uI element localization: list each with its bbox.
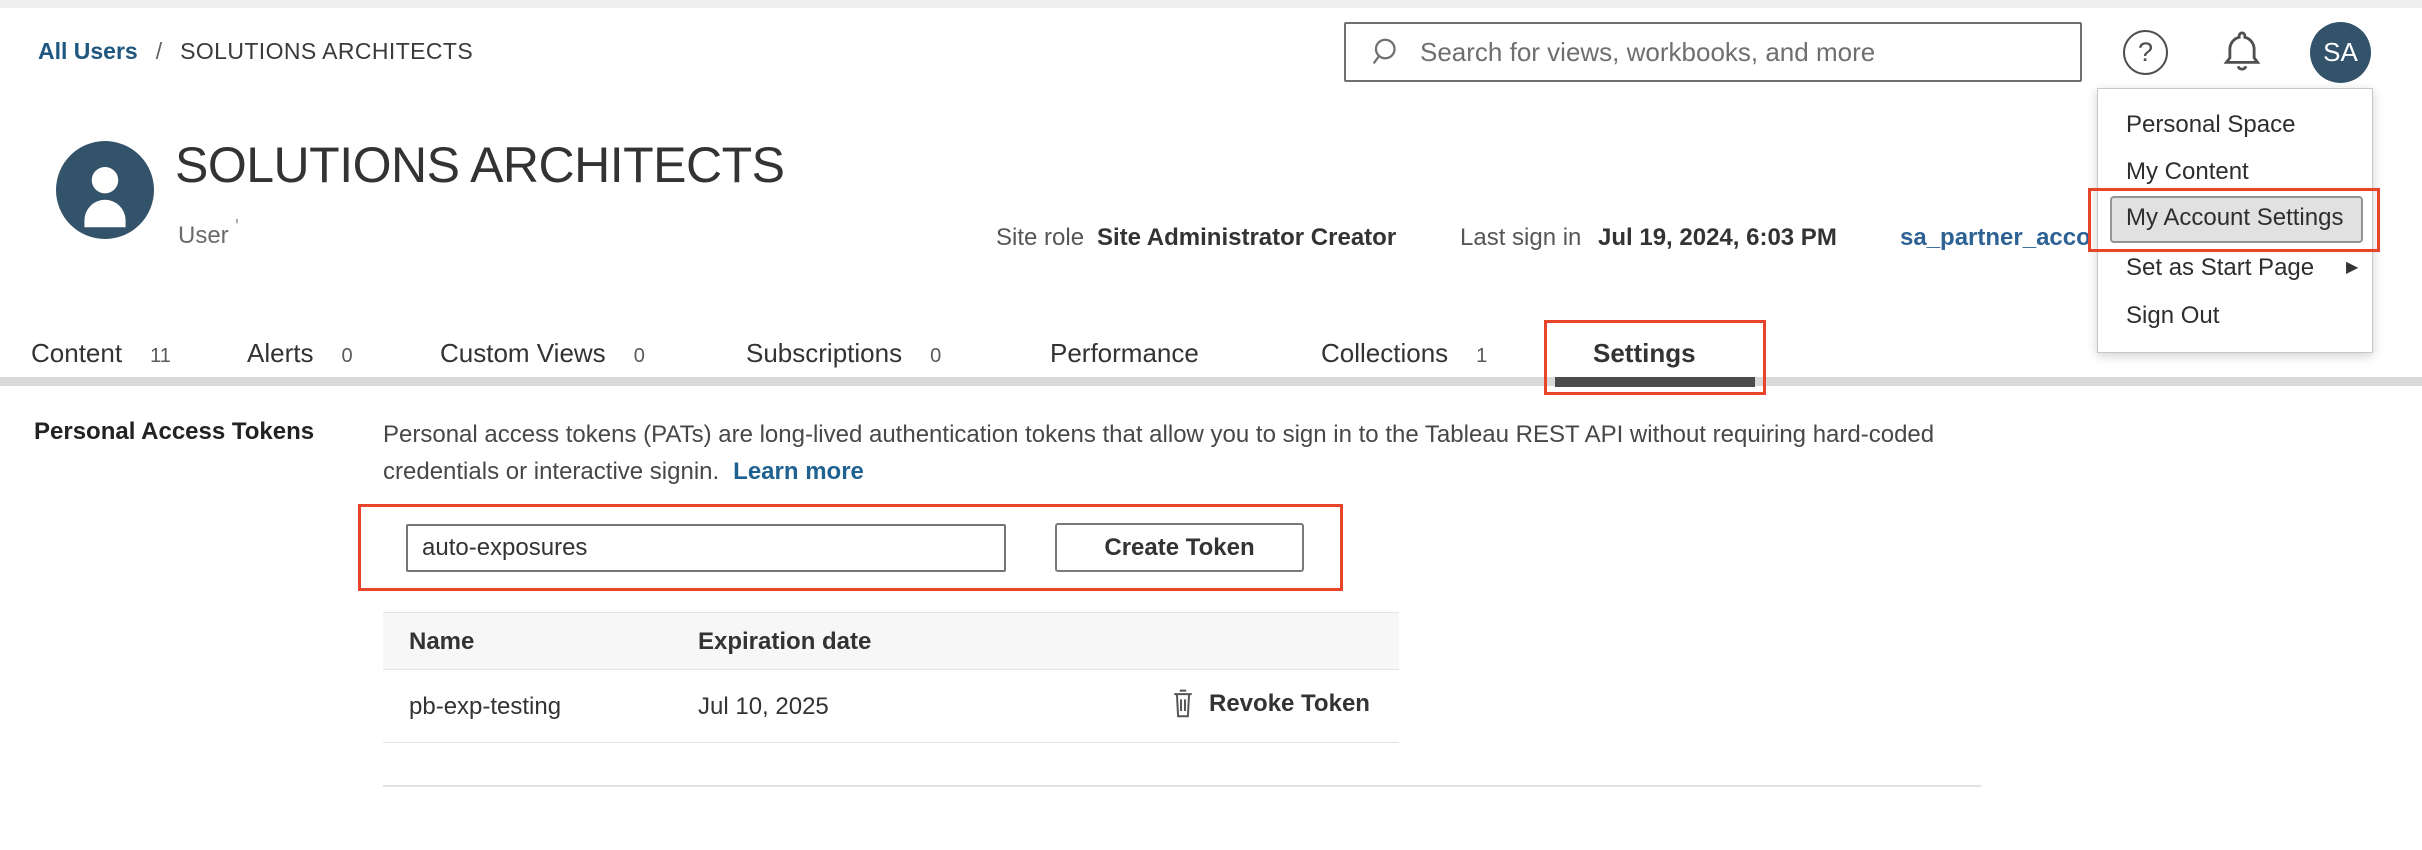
last-sign-in-value: Jul 19, 2024, 6:03 PM: [1598, 224, 1837, 252]
create-token-button[interactable]: Create Token: [1055, 523, 1304, 572]
tab-selected-indicator: [1555, 377, 1755, 387]
tab-settings[interactable]: Settings: [1593, 338, 1696, 369]
page-title: SOLUTIONS ARCHITECTS: [175, 136, 785, 194]
token-name-cell: pb-exp-testing: [409, 693, 561, 721]
table-row: pb-exp-testing Jul 10, 2025 Revoke Token: [383, 670, 1399, 743]
pat-description-line1: Personal access tokens (PATs) are long-l…: [383, 421, 1934, 448]
person-icon: [56, 141, 154, 239]
token-name-input[interactable]: [406, 524, 1006, 572]
tab-subscriptions[interactable]: Subscriptions 0: [746, 338, 941, 369]
tab-settings-label: Settings: [1593, 338, 1696, 369]
tab-alerts-label: Alerts: [247, 338, 313, 369]
token-expiration-cell: Jul 10, 2025: [698, 693, 829, 721]
top-window-strip: [0, 0, 2422, 8]
column-header-name: Name: [409, 628, 474, 656]
menu-item-personal-space[interactable]: Personal Space: [2126, 109, 2295, 141]
notifications-button[interactable]: [2216, 26, 2268, 78]
breadcrumb-all-users-link[interactable]: All Users: [38, 38, 138, 65]
pat-section-label: Personal Access Tokens: [34, 418, 314, 446]
menu-item-my-account-settings[interactable]: My Account Settings: [2110, 196, 2363, 243]
breadcrumb: All Users / SOLUTIONS ARCHITECTS: [38, 38, 473, 65]
tab-collections-label: Collections: [1321, 338, 1448, 369]
revoke-token-label: Revoke Token: [1209, 690, 1370, 718]
tab-custom-views[interactable]: Custom Views 0: [440, 338, 645, 369]
pat-description-line2: credentials or interactive signin.: [383, 458, 719, 485]
trash-icon: [1169, 686, 1197, 722]
menu-item-my-content[interactable]: My Content: [2126, 156, 2249, 188]
user-type-tick: ': [235, 216, 239, 239]
tab-collections[interactable]: Collections 1: [1321, 338, 1487, 369]
revoke-token-button[interactable]: Revoke Token: [1169, 686, 1370, 722]
tab-content-label: Content: [31, 338, 122, 369]
menu-item-sign-out[interactable]: Sign Out: [2126, 300, 2219, 332]
question-mark-icon: ?: [2138, 37, 2153, 68]
section-divider: [383, 785, 1981, 787]
tab-content-count: 11: [150, 345, 171, 368]
tab-performance-label: Performance: [1050, 338, 1199, 369]
last-sign-in-label: Last sign in: [1460, 224, 1581, 252]
account-menu: Personal Space My Content My Account Set…: [2097, 88, 2373, 353]
profile-avatar: [56, 141, 154, 239]
tab-bar-track: [0, 377, 2422, 386]
tab-custom-views-count: 0: [634, 345, 645, 368]
tab-collections-count: 1: [1476, 345, 1487, 368]
user-avatar-button[interactable]: SA: [2310, 22, 2371, 83]
tab-performance[interactable]: Performance: [1050, 338, 1199, 369]
tab-custom-views-label: Custom Views: [440, 338, 606, 369]
tableau-user-settings-page: All Users / SOLUTIONS ARCHITECTS ? SA Pe…: [0, 0, 2422, 850]
site-role-label: Site role: [996, 224, 1084, 252]
search-icon: [1368, 34, 1404, 70]
user-type-label: User: [178, 222, 229, 250]
tab-subscriptions-count: 0: [930, 345, 941, 368]
tab-alerts-count: 0: [341, 345, 352, 368]
search-input[interactable]: [1404, 24, 2080, 80]
breadcrumb-separator: /: [156, 38, 162, 65]
learn-more-link[interactable]: Learn more: [733, 458, 864, 485]
submenu-arrow-icon: ▶: [2346, 257, 2358, 277]
menu-item-my-account-settings-label: My Account Settings: [2126, 204, 2343, 232]
username-link[interactable]: sa_partner_accou: [1900, 224, 2090, 252]
avatar-initials: SA: [2323, 37, 2358, 68]
tab-content[interactable]: Content 11: [31, 338, 171, 369]
tab-subscriptions-label: Subscriptions: [746, 338, 902, 369]
token-table-header: Name Expiration date: [383, 612, 1399, 670]
search-bar[interactable]: [1344, 22, 2082, 82]
help-button[interactable]: ?: [2123, 30, 2168, 75]
menu-item-set-as-start-page[interactable]: Set as Start Page: [2126, 252, 2314, 284]
site-role-value: Site Administrator Creator: [1097, 224, 1396, 252]
bell-icon: [2216, 26, 2268, 78]
tab-alerts[interactable]: Alerts 0: [247, 338, 353, 369]
breadcrumb-current: SOLUTIONS ARCHITECTS: [180, 38, 473, 65]
pat-description: Personal access tokens (PATs) are long-l…: [383, 416, 1993, 490]
column-header-expiration: Expiration date: [698, 628, 871, 656]
